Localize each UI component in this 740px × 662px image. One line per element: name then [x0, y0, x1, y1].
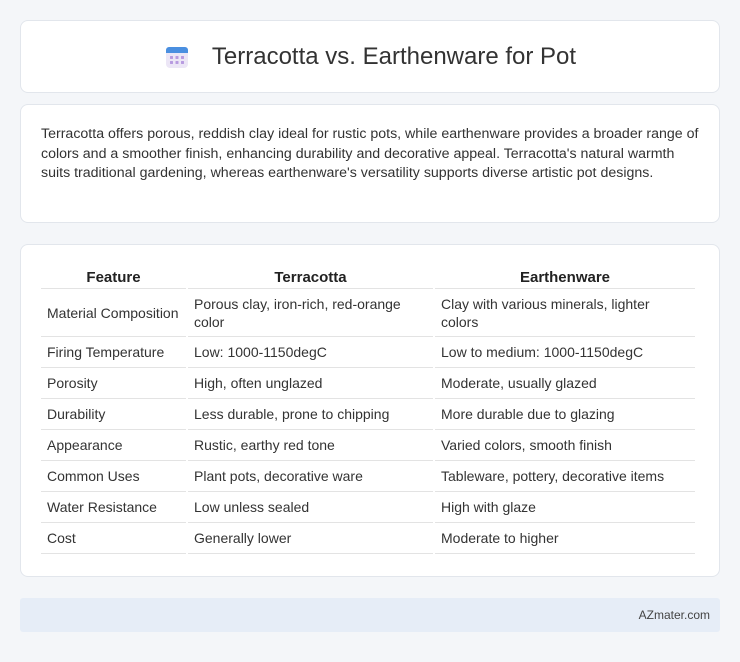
terracotta-cell: Low unless sealed [188, 492, 433, 523]
earthenware-cell: Moderate to higher [435, 523, 695, 554]
comparison-table-card: Feature Terracotta Earthenware Material … [20, 244, 720, 577]
header-feature: Feature [41, 265, 186, 289]
earthenware-cell: High with glaze [435, 492, 695, 523]
summary-card: Terracotta offers porous, reddish clay i… [20, 104, 720, 223]
table-row: Appearance Rustic, earthy red tone Varie… [41, 430, 695, 461]
earthenware-cell: Tableware, pottery, decorative items [435, 461, 695, 492]
table-header-row: Feature Terracotta Earthenware [41, 265, 695, 289]
header-terracotta: Terracotta [188, 265, 433, 289]
feature-cell: Common Uses [41, 461, 186, 492]
title-card: Terracotta vs. Earthenware for Pot [20, 20, 720, 93]
terracotta-cell: Rustic, earthy red tone [188, 430, 433, 461]
terracotta-cell: Plant pots, decorative ware [188, 461, 433, 492]
feature-cell: Porosity [41, 368, 186, 399]
feature-cell: Durability [41, 399, 186, 430]
table-row: Durability Less durable, prone to chippi… [41, 399, 695, 430]
table-row: Porosity High, often unglazed Moderate, … [41, 368, 695, 399]
feature-cell: Appearance [41, 430, 186, 461]
footer-brand: AZmater.com [638, 608, 710, 622]
earthenware-cell: Low to medium: 1000-1150degC [435, 337, 695, 368]
terracotta-cell: Less durable, prone to chipping [188, 399, 433, 430]
terracotta-cell: Porous clay, iron-rich, red-orange color [188, 289, 433, 337]
table-row: Firing Temperature Low: 1000-1150degC Lo… [41, 337, 695, 368]
terracotta-cell: Generally lower [188, 523, 433, 554]
feature-cell: Cost [41, 523, 186, 554]
calendar-icon [164, 44, 190, 70]
table-row: Common Uses Plant pots, decorative ware … [41, 461, 695, 492]
feature-cell: Water Resistance [41, 492, 186, 523]
page-title: Terracotta vs. Earthenware for Pot [211, 42, 577, 70]
feature-cell: Firing Temperature [41, 337, 186, 368]
terracotta-cell: High, often unglazed [188, 368, 433, 399]
summary-text: Terracotta offers porous, reddish clay i… [41, 126, 699, 182]
feature-cell: Material Composition [41, 289, 186, 337]
earthenware-cell: Moderate, usually glazed [435, 368, 695, 399]
header-earthenware: Earthenware [435, 265, 695, 289]
table-row: Material Composition Porous clay, iron-r… [41, 289, 695, 337]
earthenware-cell: More durable due to glazing [435, 399, 695, 430]
table-row: Cost Generally lower Moderate to higher [41, 523, 695, 554]
earthenware-cell: Clay with various minerals, lighter colo… [435, 289, 695, 337]
comparison-table: Feature Terracotta Earthenware Material … [39, 265, 697, 554]
footer: AZmater.com [20, 598, 720, 632]
earthenware-cell: Varied colors, smooth finish [435, 430, 695, 461]
terracotta-cell: Low: 1000-1150degC [188, 337, 433, 368]
table-row: Water Resistance Low unless sealed High … [41, 492, 695, 523]
